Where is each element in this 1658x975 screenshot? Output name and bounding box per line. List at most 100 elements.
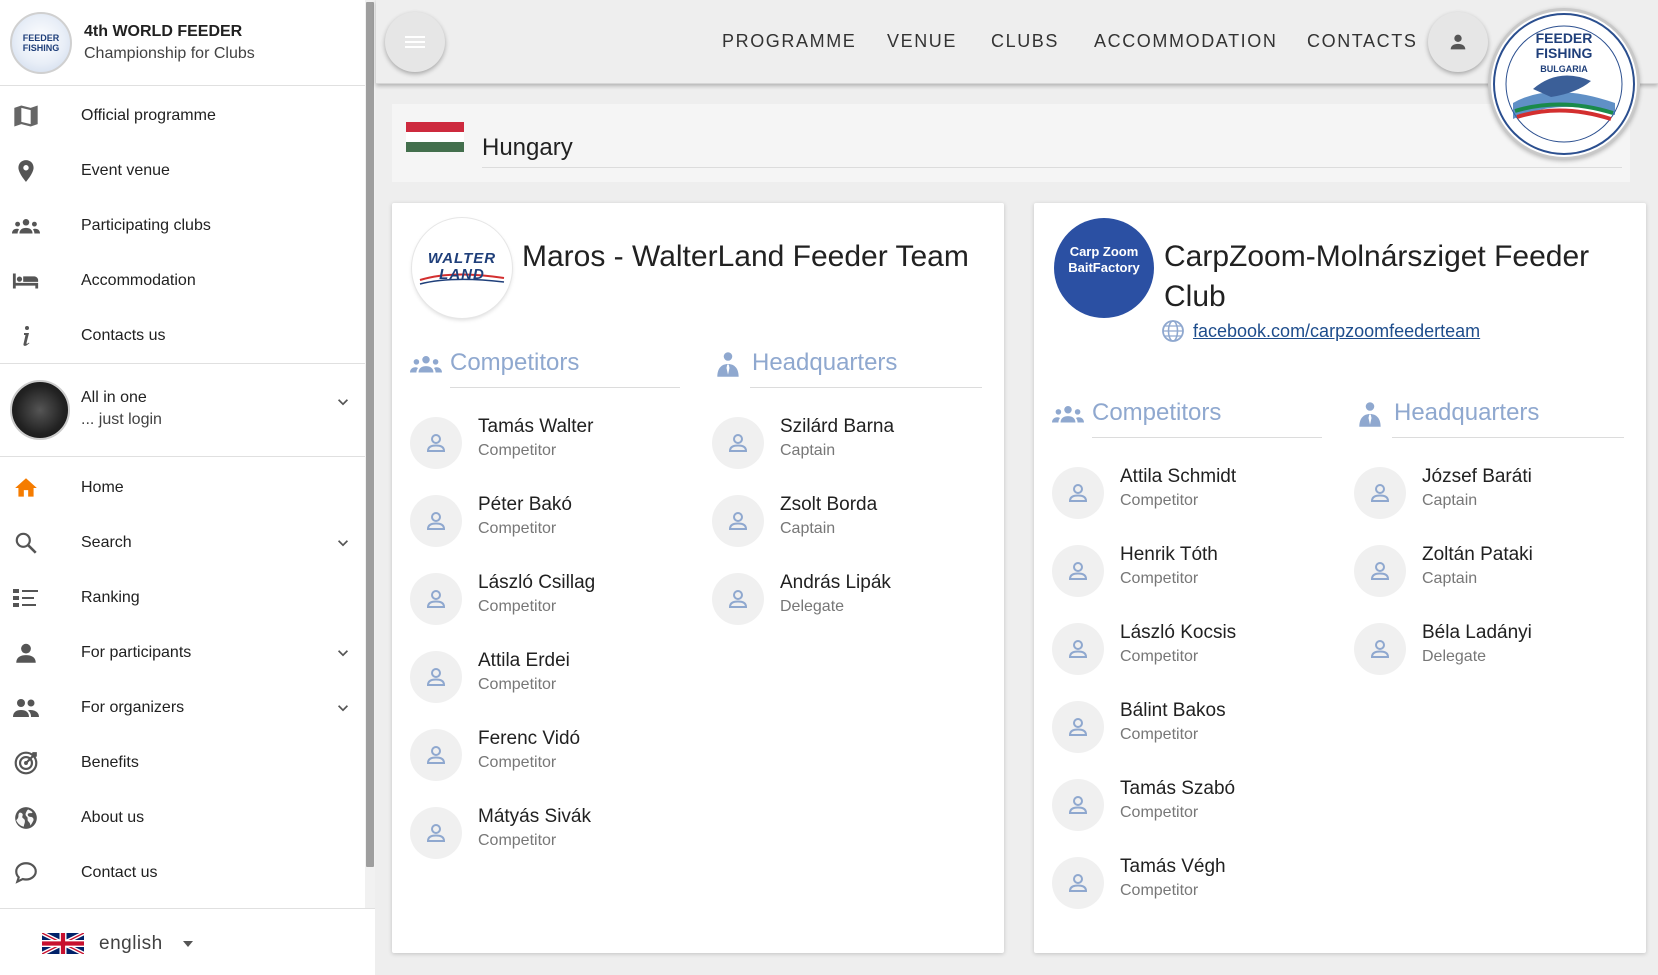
person-avatar-icon [712, 417, 764, 469]
sidebar-item-label: Participating clubs [81, 216, 211, 234]
sidebar-item-label: Search [81, 533, 132, 551]
club-website-link[interactable]: facebook.com/carpzoomfeederteam [1161, 319, 1480, 343]
person-avatar-icon [712, 573, 764, 625]
person-role: Competitor [478, 598, 557, 615]
sidebar: FEEDER FISHING 4th WORLD FEEDER Champion… [0, 0, 375, 975]
person-name: Péter Bakó [478, 494, 572, 515]
sidebar-item-label: About us [81, 808, 145, 826]
sidebar-item-participating-clubs[interactable]: Participating clubs [0, 198, 365, 253]
nav-clubs[interactable]: CLUBS [991, 31, 1059, 52]
person-name: Attila Erdei [478, 650, 570, 671]
staff-icon [1359, 402, 1381, 427]
list-item-competitor: Henrik Tóth Competitor [1052, 540, 1332, 600]
sidebar-item-contacts-us[interactable]: Contacts us [0, 308, 365, 363]
person-name: András Lipák [780, 572, 891, 593]
sidebar-item-contact-us[interactable]: Contact us [0, 845, 365, 900]
headquarters-header: Headquarters [1354, 399, 1539, 427]
sidebar-item-label: Contact us [81, 863, 158, 881]
hungary-flag-icon [406, 122, 464, 152]
event-logo[interactable]: FEEDER FISHING BULGARIA [1488, 8, 1640, 160]
sidebar-item-official-programme[interactable]: Official programme [0, 88, 365, 143]
sidebar-item-about-us[interactable]: About us [0, 790, 365, 845]
sidebar-item-event-venue[interactable]: Event venue [0, 143, 365, 198]
list-item-competitor: Tamás Végh Competitor [1052, 852, 1332, 912]
brand-logo-text: FEEDER FISHING [22, 32, 60, 53]
list-item-competitor: Mátyás Sivák Competitor [410, 802, 690, 862]
sidebar-item-accommodation[interactable]: Accommodation [0, 253, 365, 308]
sidebar-item-label: Contacts us [81, 326, 166, 344]
person-name: Tamás Szabó [1120, 778, 1236, 799]
group-icon [1052, 406, 1084, 423]
nav-accommodation[interactable]: ACCOMMODATION [1094, 31, 1277, 52]
person-name: László Kocsis [1120, 622, 1237, 643]
hamburger-icon [405, 36, 425, 48]
person-avatar-icon [410, 807, 462, 859]
sidebar-item-search[interactable]: Search [0, 515, 365, 570]
club-website-url[interactable]: facebook.com/carpzoomfeederteam [1193, 321, 1480, 342]
person-name: Mátyás Sivák [478, 806, 591, 827]
sidebar-scrollbar[interactable] [365, 0, 375, 908]
account-button[interactable] [1428, 12, 1488, 72]
language-selector[interactable]: english [0, 908, 375, 975]
sidebar-item-for-participants[interactable]: For participants [0, 625, 365, 680]
user-line-2: ... just login [81, 411, 162, 428]
sidebar-item-label: For organizers [81, 698, 185, 716]
list-item-staff: Szilárd Barna Captain [712, 412, 982, 472]
person-name: Tamás Walter [478, 416, 594, 437]
person-name: József Baráti [1422, 466, 1532, 487]
nav-venue[interactable]: VENUE [887, 31, 957, 52]
list-item-competitor: Attila Schmidt Competitor [1052, 462, 1332, 522]
person-role: Competitor [1120, 882, 1199, 899]
list-item-staff: Béla Ladányi Delegate [1354, 618, 1624, 678]
headquarters-title: Headquarters [752, 349, 898, 376]
person-avatar-icon [1052, 857, 1104, 909]
person-name: László Csillag [478, 572, 596, 593]
person-avatar-icon [1052, 467, 1104, 519]
person-name: Ferenc Vidó [478, 728, 581, 749]
sidebar-item-home[interactable]: Home [0, 460, 365, 515]
sidebar-scroll-area: FEEDER FISHING 4th WORLD FEEDER Champion… [0, 0, 375, 908]
nav-programme[interactable]: PROGRAMME [722, 31, 856, 52]
sidebar-scrollbar-thumb[interactable] [366, 2, 374, 867]
list-item-competitor: László Kocsis Competitor [1052, 618, 1332, 678]
person-role: Delegate [780, 598, 845, 615]
country-name: Hungary [482, 134, 573, 161]
section-divider [750, 387, 982, 388]
globe-icon [12, 804, 40, 832]
person-role: Competitor [1120, 492, 1199, 509]
person-avatar-icon [410, 495, 462, 547]
person-role: Competitor [478, 832, 557, 849]
list-item-competitor: Ferenc Vidó Competitor [410, 724, 690, 784]
person-name: Zoltán Pataki [1422, 544, 1533, 565]
brand-logo: FEEDER FISHING [10, 11, 72, 74]
person-role: Competitor [1120, 804, 1199, 821]
menu-button[interactable] [385, 12, 445, 72]
person-icon [12, 639, 40, 667]
sidebar-item-ranking[interactable]: Ranking [0, 570, 365, 625]
nav-contacts[interactable]: CONTACTS [1307, 31, 1417, 52]
person-name: Tamás Végh [1120, 856, 1226, 877]
list-item-competitor: Péter Bakó Competitor [410, 490, 690, 550]
person-role: Captain [1422, 570, 1478, 587]
person-role: Competitor [478, 442, 557, 459]
person-avatar-icon [1354, 623, 1406, 675]
list-item-staff: József Baráti Captain [1354, 462, 1624, 522]
sidebar-item-for-organizers[interactable]: For organizers [0, 680, 365, 735]
brand-title: 4th WORLD FEEDER [84, 22, 243, 40]
person-name: Henrik Tóth [1120, 544, 1218, 565]
person-avatar-icon [410, 573, 462, 625]
competitors-header: Competitors [1052, 399, 1221, 427]
country-divider [482, 167, 1622, 168]
person-role: Captain [780, 520, 836, 537]
chevron-down-icon[interactable] [333, 392, 353, 412]
list-item-staff: Zsolt Borda Captain [712, 490, 982, 550]
sidebar-brand[interactable]: FEEDER FISHING 4th WORLD FEEDER Champion… [0, 0, 365, 86]
club-logo-text: Carp Zoom BaitFactory [1068, 244, 1140, 275]
person-role: Competitor [478, 520, 557, 537]
group-icon [410, 356, 442, 373]
sidebar-item-benefits[interactable]: Benefits [0, 735, 365, 790]
person-avatar-icon [410, 729, 462, 781]
user-login-block[interactable]: All in one ... just login [0, 364, 365, 456]
person-avatar-icon [1052, 545, 1104, 597]
person-avatar-icon [410, 417, 462, 469]
